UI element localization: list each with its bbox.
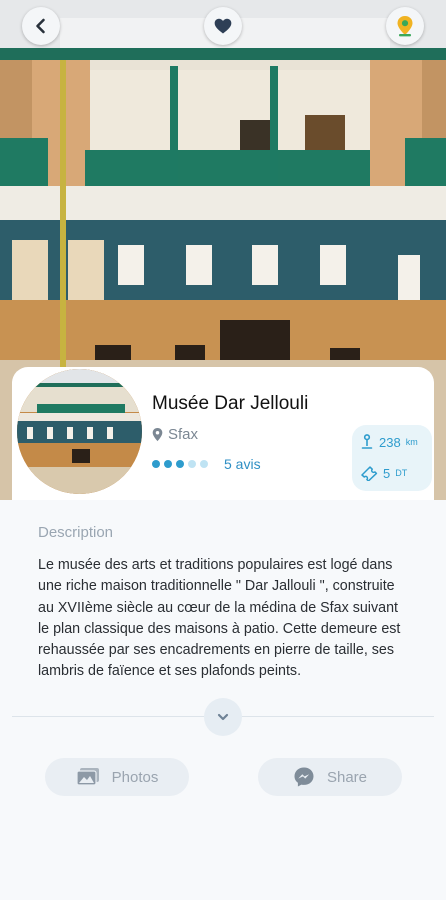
price-value: 5 [383, 465, 391, 481]
favorite-button[interactable] [204, 7, 242, 45]
rating-dot [152, 460, 160, 468]
rating-dot [188, 460, 196, 468]
heart-icon [214, 18, 232, 34]
place-location: Sfax [152, 426, 198, 443]
photos-label: Photos [111, 768, 159, 786]
messenger-icon [294, 767, 314, 787]
description-heading: Description [38, 524, 114, 541]
distance-stat: 238 km [360, 434, 418, 450]
share-button[interactable]: Share [258, 758, 402, 796]
place-thumbnail[interactable] [17, 369, 142, 494]
rating-dot [164, 460, 172, 468]
stats-panel: 238 km 5 DT [352, 425, 432, 491]
price-unit: DT [395, 468, 408, 478]
place-city: Sfax [168, 426, 199, 443]
map-button[interactable] [386, 7, 424, 45]
rating-dot [200, 460, 208, 468]
image-gallery-icon [76, 768, 99, 786]
chevron-down-icon [217, 713, 229, 721]
photos-button[interactable]: Photos [45, 758, 189, 796]
ticket-icon [361, 466, 378, 481]
distance-value: 238 [379, 434, 401, 450]
rating-dot [176, 460, 184, 468]
expand-description-button[interactable] [204, 698, 242, 736]
thumbnail-image [17, 369, 142, 494]
description-text: Le musée des arts et traditions populair… [38, 557, 401, 680]
back-arrow-icon [36, 18, 45, 34]
reviews-count[interactable]: 5 avis [224, 456, 261, 472]
distance-unit: km [405, 437, 418, 447]
map-pin-icon [397, 16, 413, 37]
location-pin-icon [152, 427, 163, 441]
place-title: Musée Dar Jellouli [152, 393, 309, 414]
price-stat: 5 DT [360, 465, 407, 481]
share-label: Share [326, 768, 368, 786]
rating-row[interactable]: 5 avis [152, 456, 261, 472]
route-icon [361, 434, 373, 449]
back-button[interactable] [22, 7, 60, 45]
